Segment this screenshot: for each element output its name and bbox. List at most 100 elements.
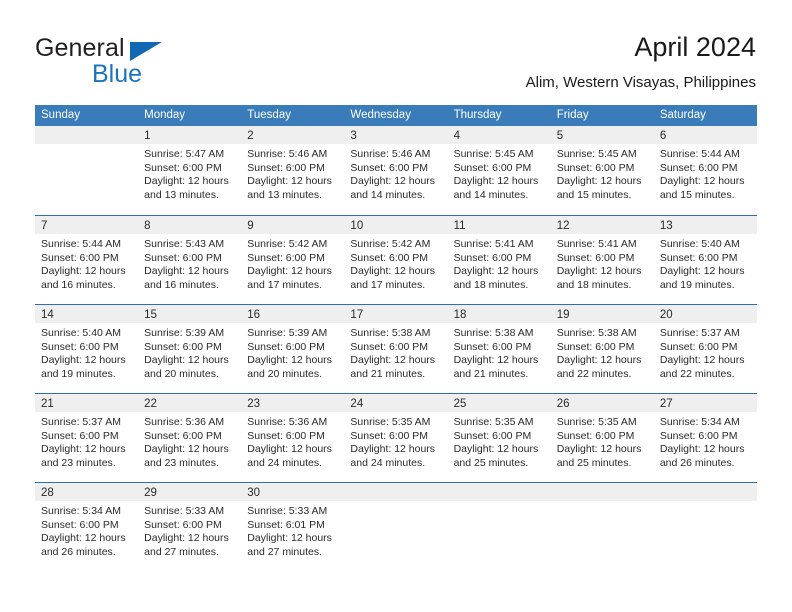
weekday-header-friday: Friday (556, 109, 589, 121)
day-number-band: 13 (653, 216, 757, 234)
calendar-week-row: 21 Sunrise: 5:37 AM Sunset: 6:00 PM Dayligh… (35, 393, 757, 482)
daylight-text-line2: and 14 minutes. (453, 188, 529, 201)
calendar-day-cell[interactable]: 8 Sunrise: 5:43 AM Sunset: 6:00 PM Daylight… (138, 216, 242, 304)
calendar-page: General Blue April 2024 Alim, Western Vi… (0, 0, 792, 612)
calendar-day-cell[interactable]: 24 Sunrise: 5:35 AM Sunset: 6:00 PM Dayligh… (344, 394, 448, 482)
day-number-band (550, 483, 654, 501)
day-detail-body: Sunrise: 5:38 AM Sunset: 6:00 PM Daylight:… (550, 323, 654, 382)
sunrise-text: Sunrise: 5:44 AM (41, 238, 121, 250)
page-subtitle: Alim, Western Visayas, Philippines (525, 74, 756, 91)
day-number-band: 28 (35, 483, 139, 501)
day-number: 15 (144, 309, 157, 321)
day-number-band: 21 (35, 394, 139, 412)
daylight-text-line2: and 14 minutes. (350, 188, 426, 201)
day-number-band: 2 (241, 126, 345, 144)
sunset-text: Sunset: 6:00 PM (659, 161, 738, 174)
day-number: 6 (659, 130, 667, 142)
day-detail-body: Sunrise: 5:47 AM Sunset: 6:00 PM Daylight:… (138, 144, 242, 203)
sunset-text: Sunset: 6:00 PM (453, 429, 532, 442)
day-detail-body: Sunrise: 5:43 AM Sunset: 6:00 PM Daylight:… (138, 234, 242, 293)
calendar-day-cell[interactable]: 23 Sunrise: 5:36 AM Sunset: 6:00 PM Dayligh… (241, 394, 345, 482)
daylight-text-line1: Daylight: 12 hours (350, 354, 436, 367)
day-detail-body: Sunrise: 5:35 AM Sunset: 6:00 PM Daylight:… (447, 412, 551, 471)
sunset-text: Sunset: 6:00 PM (556, 429, 635, 442)
day-detail-body: Sunrise: 5:46 AM Sunset: 6:00 PM Daylight:… (241, 144, 345, 203)
day-detail-body: Sunrise: 5:42 AM Sunset: 6:00 PM Daylight:… (344, 234, 448, 293)
sunrise-text: Sunrise: 5:39 AM (247, 327, 328, 339)
calendar-day-cell[interactable]: 11 Sunrise: 5:41 AM Sunset: 6:00 PM Dayligh… (447, 216, 551, 304)
calendar-day-cell[interactable]: 10 Sunrise: 5:42 AM Sunset: 6:00 PM Dayligh… (344, 216, 448, 304)
sunrise-text: Sunrise: 5:38 AM (350, 327, 431, 339)
calendar-day-cell[interactable]: 6 Sunrise: 5:44 AM Sunset: 6:00 PM Daylight… (653, 126, 757, 215)
calendar-day-cell[interactable]: 22 Sunrise: 5:36 AM Sunset: 6:00 PM Dayligh… (138, 394, 242, 482)
day-number: 16 (247, 309, 261, 321)
calendar-day-cell[interactable]: 1 Sunrise: 5:47 AM Sunset: 6:00 PM Daylight… (138, 126, 242, 215)
calendar-day-cell[interactable]: 15 Sunrise: 5:39 AM Sunset: 6:00 PM Dayligh… (138, 305, 242, 393)
calendar-day-cell[interactable]: 13 Sunrise: 5:40 AM Sunset: 6:00 PM Dayligh… (653, 216, 757, 304)
calendar-week-row: 7 Sunrise: 5:44 AM Sunset: 6:00 PM Daylight… (35, 215, 757, 304)
day-detail-body: Sunrise: 5:40 AM Sunset: 6:00 PM Daylight:… (35, 323, 139, 382)
day-number: 8 (144, 220, 151, 232)
day-detail-body (35, 144, 139, 148)
sunrise-text: Sunrise: 5:40 AM (659, 238, 740, 250)
daylight-text-line2: and 18 minutes. (556, 278, 632, 291)
calendar-day-cell[interactable]: 7 Sunrise: 5:44 AM Sunset: 6:00 PM Daylight… (35, 216, 139, 304)
day-number: 25 (453, 398, 467, 410)
day-detail-body (653, 501, 757, 505)
calendar-day-cell[interactable]: 21 Sunrise: 5:37 AM Sunset: 6:00 PM Dayligh… (35, 394, 139, 482)
calendar-day-cell[interactable]: 26 Sunrise: 5:35 AM Sunset: 6:00 PM Dayligh… (550, 394, 654, 482)
day-number-band: 5 (550, 126, 654, 144)
day-number-band (35, 126, 139, 144)
sunrise-text: Sunrise: 5:46 AM (350, 148, 431, 160)
daylight-text-line1: Daylight: 12 hours (350, 175, 436, 188)
calendar-day-cell[interactable]: 25 Sunrise: 5:35 AM Sunset: 6:00 PM Dayligh… (447, 394, 551, 482)
calendar-day-cell[interactable]: 5 Sunrise: 5:45 AM Sunset: 6:00 PM Daylight… (550, 126, 654, 215)
daylight-text-line2: and 15 minutes. (659, 188, 735, 201)
day-detail-body: Sunrise: 5:36 AM Sunset: 6:00 PM Daylight:… (241, 412, 345, 471)
sunrise-text: Sunrise: 5:38 AM (453, 327, 534, 339)
daylight-text-line2: and 27 minutes. (247, 545, 322, 558)
calendar-day-cell[interactable]: 2 Sunrise: 5:46 AM Sunset: 6:00 PM Daylight… (241, 126, 345, 215)
daylight-text-line2: and 15 minutes. (556, 188, 632, 201)
daylight-text-line1: Daylight: 12 hours (247, 265, 332, 278)
calendar-day-cell[interactable]: 29 Sunrise: 5:33 AM Sunset: 6:00 PM Dayligh… (138, 483, 242, 571)
general-blue-logo[interactable]: General Blue (35, 33, 235, 91)
calendar-day-cell[interactable]: 28 Sunrise: 5:34 AM Sunset: 6:00 PM Dayligh… (35, 483, 139, 571)
calendar-day-cell[interactable]: 20 Sunrise: 5:37 AM Sunset: 6:00 PM Dayligh… (653, 305, 757, 393)
day-number: 4 (453, 130, 460, 142)
daylight-text-line1: Daylight: 12 hours (41, 443, 126, 456)
daylight-text-line2: and 20 minutes. (144, 367, 219, 380)
calendar-day-cell[interactable]: 4 Sunrise: 5:45 AM Sunset: 6:00 PM Daylight… (447, 126, 551, 215)
daylight-text-line1: Daylight: 12 hours (453, 354, 539, 367)
daylight-text-line1: Daylight: 12 hours (41, 532, 126, 545)
daylight-text-line2: and 26 minutes. (41, 545, 116, 558)
day-number: 14 (41, 309, 54, 321)
sunrise-text: Sunrise: 5:44 AM (659, 148, 740, 160)
calendar-day-cell[interactable]: 27 Sunrise: 5:34 AM Sunset: 6:00 PM Dayligh… (653, 394, 757, 482)
day-number-band: 24 (344, 394, 448, 412)
sunrise-text: Sunrise: 5:36 AM (144, 416, 225, 428)
day-number-band: 16 (241, 305, 345, 323)
daylight-text-line1: Daylight: 12 hours (144, 443, 229, 456)
calendar-day-cell[interactable]: 18 Sunrise: 5:38 AM Sunset: 6:00 PM Dayligh… (447, 305, 551, 393)
daylight-text-line2: and 25 minutes. (556, 456, 632, 469)
daylight-text-line1: Daylight: 12 hours (453, 175, 539, 188)
sunset-text: Sunset: 6:00 PM (659, 251, 738, 264)
calendar-day-cell[interactable]: 17 Sunrise: 5:38 AM Sunset: 6:00 PM Dayligh… (344, 305, 448, 393)
day-number: 2 (247, 130, 254, 142)
calendar-day-cell[interactable]: 3 Sunrise: 5:46 AM Sunset: 6:00 PM Daylight… (344, 126, 448, 215)
weekday-header-monday: Monday (144, 109, 186, 121)
sunset-text: Sunset: 6:00 PM (453, 340, 532, 353)
daylight-text-line2: and 22 minutes. (556, 367, 632, 380)
calendar-day-cell[interactable]: 19 Sunrise: 5:38 AM Sunset: 6:00 PM Dayligh… (550, 305, 654, 393)
daylight-text-line1: Daylight: 12 hours (556, 443, 642, 456)
calendar-day-cell[interactable]: 12 Sunrise: 5:41 AM Sunset: 6:00 PM Dayligh… (550, 216, 654, 304)
calendar-day-cell[interactable]: 9 Sunrise: 5:42 AM Sunset: 6:00 PM Daylight… (241, 216, 345, 304)
sunset-text: Sunset: 6:00 PM (350, 161, 429, 174)
calendar-day-cell[interactable]: 14 Sunrise: 5:40 AM Sunset: 6:00 PM Dayligh… (35, 305, 139, 393)
day-detail-body: Sunrise: 5:39 AM Sunset: 6:00 PM Daylight:… (138, 323, 242, 382)
day-number-band: 9 (241, 216, 345, 234)
calendar-day-cell[interactable]: 30 Sunrise: 5:33 AM Sunset: 6:01 PM Dayligh… (241, 483, 345, 571)
sunset-text: Sunset: 6:00 PM (453, 161, 532, 174)
calendar-day-cell[interactable]: 16 Sunrise: 5:39 AM Sunset: 6:00 PM Dayligh… (241, 305, 345, 393)
